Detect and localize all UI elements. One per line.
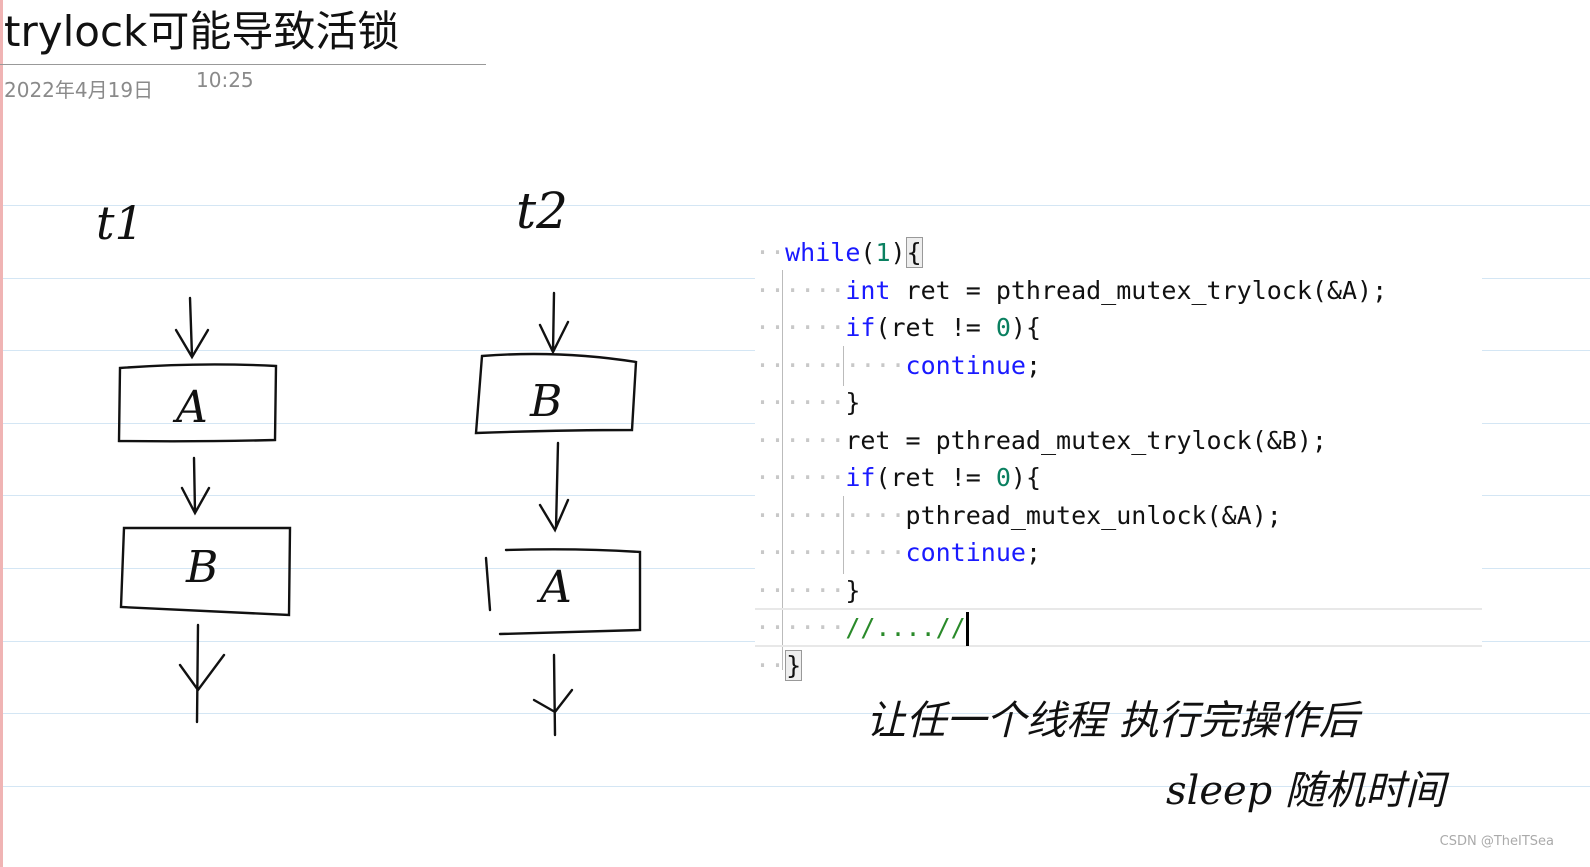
whitespace-markers: ······ [755,613,846,642]
code-token: if [845,313,876,342]
code-line[interactable]: ··········continue; [755,347,1041,384]
code-token: if [845,463,876,492]
annotation-line-2: sleep 随机时间 [1166,768,1445,814]
code-token: pthread_mutex_unlock(&A); [905,500,1282,530]
whitespace-markers: ······ [755,575,846,605]
whitespace-markers: ······ [755,425,846,455]
code-token: ){ [1010,313,1042,342]
code-token: ( [860,238,876,267]
code-line[interactable]: ··while(1){ [755,234,923,271]
whitespace-markers: ·· [755,238,786,267]
arrow-down-icon [178,623,226,724]
code-line[interactable]: ······} [755,384,860,421]
whitespace-markers: ······ [755,313,846,342]
code-token: } [845,575,861,605]
box-b-label: B [186,542,219,593]
code-token: 0 [995,313,1011,342]
code-line[interactable]: ··········continue; [755,534,1041,571]
code-token: ) [890,238,906,267]
code-token: ; [1025,538,1041,567]
watermark: CSDN @TheITSea [1439,834,1554,849]
arrow-down-icon [538,441,570,533]
code-token: ){ [1010,463,1042,492]
code-token: } [785,649,803,681]
thread1-label: t1 [96,196,144,250]
arrow-down-icon [532,653,574,737]
whitespace-markers: ······ [755,275,846,305]
box-b-label: B [530,376,563,427]
code-token: 1 [875,238,891,267]
text-cursor [965,612,969,646]
arrow-down-icon [538,291,570,355]
code-line[interactable]: ··} [755,647,803,684]
code-token: continue [905,350,1026,380]
code-line[interactable]: ··········pthread_mutex_unlock(&A); [755,497,1282,534]
box-a-label: A [176,382,208,433]
code-token: continue [905,538,1026,567]
thread-flow-diagram [117,291,642,737]
arrow-down-icon [180,456,211,516]
whitespace-markers: ·········· [755,538,906,567]
whitespace-markers: ······ [755,388,846,417]
code-token: ret = pthread_mutex_trylock(&A); [890,275,1388,305]
code-line[interactable]: ······if(ret != 0){ [755,309,1041,346]
code-token: (ret != [875,463,996,492]
annotation-line-1: 让任一个线程 执行完操作后 [866,698,1359,744]
code-block[interactable]: ··while(1){······int ret = pthread_mutex… [755,212,1482,687]
code-line[interactable]: ······//....// [755,609,969,646]
whitespace-markers: ·········· [755,350,906,380]
code-token: (ret != [875,313,996,342]
code-token: //....// [845,613,966,642]
code-line[interactable]: ······ret = pthread_mutex_trylock(&B); [755,422,1327,459]
whitespace-markers: ·········· [755,500,906,530]
thread2-label: t2 [516,182,568,240]
code-token: ; [1025,350,1041,380]
code-line[interactable]: ······if(ret != 0){ [755,459,1041,496]
code-token: while [785,238,861,267]
code-line[interactable]: ······} [755,572,860,609]
whitespace-markers: ······ [755,463,846,492]
code-token: int [845,275,891,305]
code-token: } [845,388,861,417]
whitespace-markers: ·· [755,650,786,680]
arrow-down-icon [174,296,210,360]
code-token: ret = pthread_mutex_trylock(&B); [845,425,1327,455]
code-token: { [905,237,923,268]
code-token: 0 [995,463,1011,492]
box-a-label: A [540,562,572,613]
code-line[interactable]: ······int ret = pthread_mutex_trylock(&A… [755,272,1387,309]
